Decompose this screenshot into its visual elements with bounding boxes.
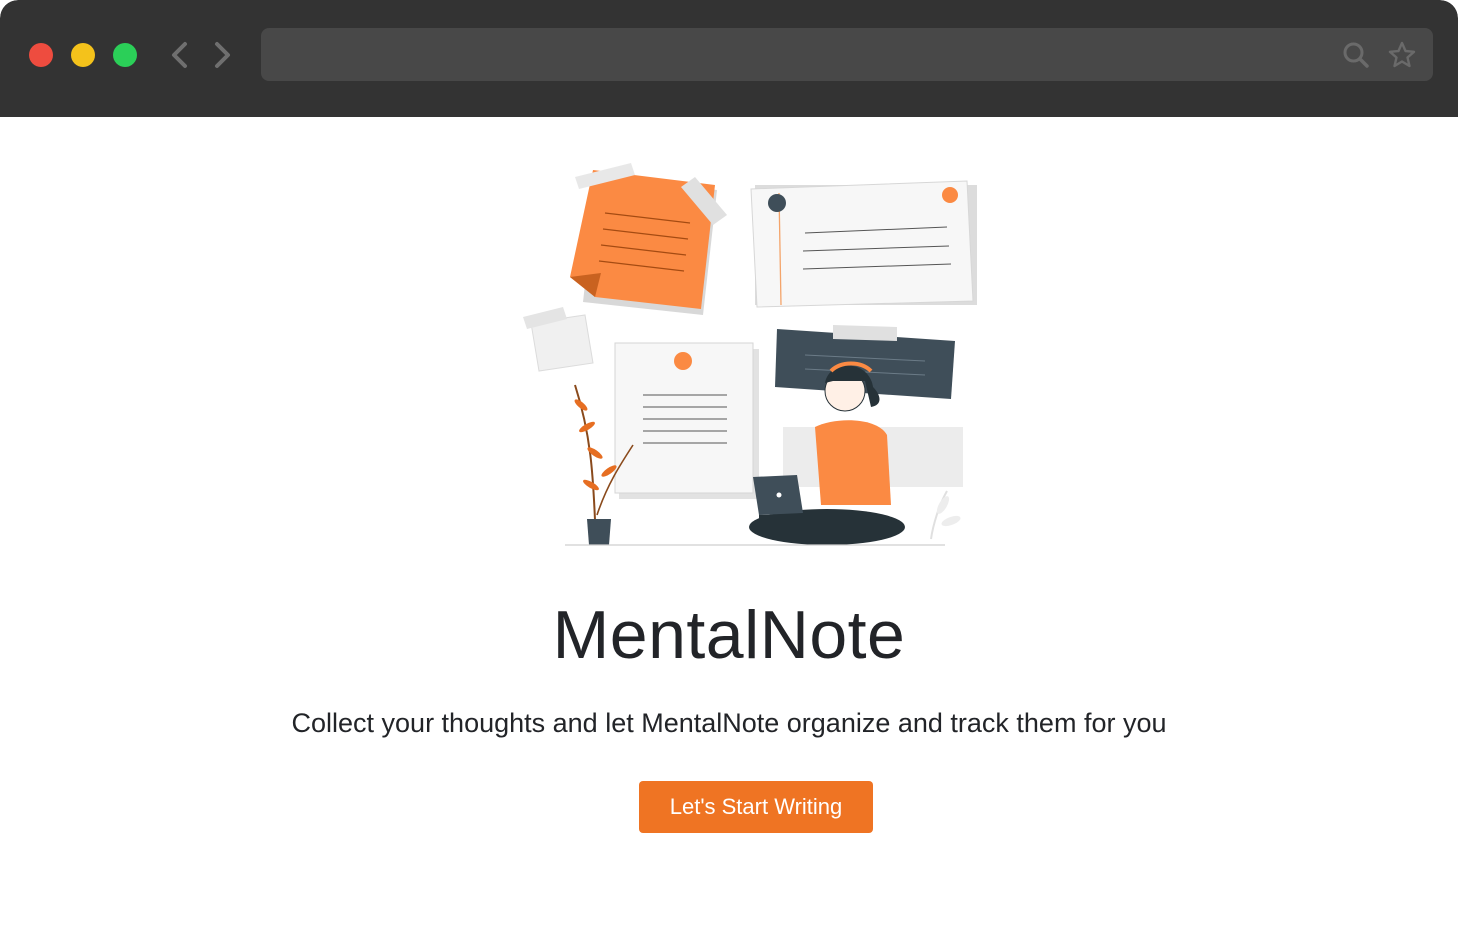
close-window-button[interactable] xyxy=(29,43,53,67)
star-icon xyxy=(1388,41,1416,68)
orange-sticky-note xyxy=(570,163,727,315)
leaf-sprig xyxy=(930,490,961,540)
maximize-window-button[interactable] xyxy=(113,43,137,67)
start-writing-button[interactable]: Let's Start Writing xyxy=(639,781,873,833)
url-input[interactable] xyxy=(275,28,1339,83)
notes-illustration xyxy=(523,163,977,546)
browser-window: MentalNote Collect your thoughts and let… xyxy=(0,0,1458,929)
minimize-window-button[interactable] xyxy=(71,43,95,67)
bookmark-button[interactable] xyxy=(1387,40,1417,70)
grid-paper-top xyxy=(750,180,977,308)
chevron-right-icon xyxy=(215,42,230,68)
search-icon xyxy=(1343,42,1369,68)
app-tagline: Collect your thoughts and let MentalNote… xyxy=(291,708,1167,738)
small-paper-note xyxy=(523,307,594,372)
chevron-left-icon xyxy=(172,42,187,68)
browser-titlebar xyxy=(0,0,1458,117)
search-button[interactable] xyxy=(1341,40,1371,70)
address-bar[interactable] xyxy=(261,28,1433,83)
back-button[interactable] xyxy=(165,39,195,71)
grid-paper-middle xyxy=(614,342,759,499)
forward-button[interactable] xyxy=(207,39,237,71)
app-title: MentalNote xyxy=(552,597,906,673)
